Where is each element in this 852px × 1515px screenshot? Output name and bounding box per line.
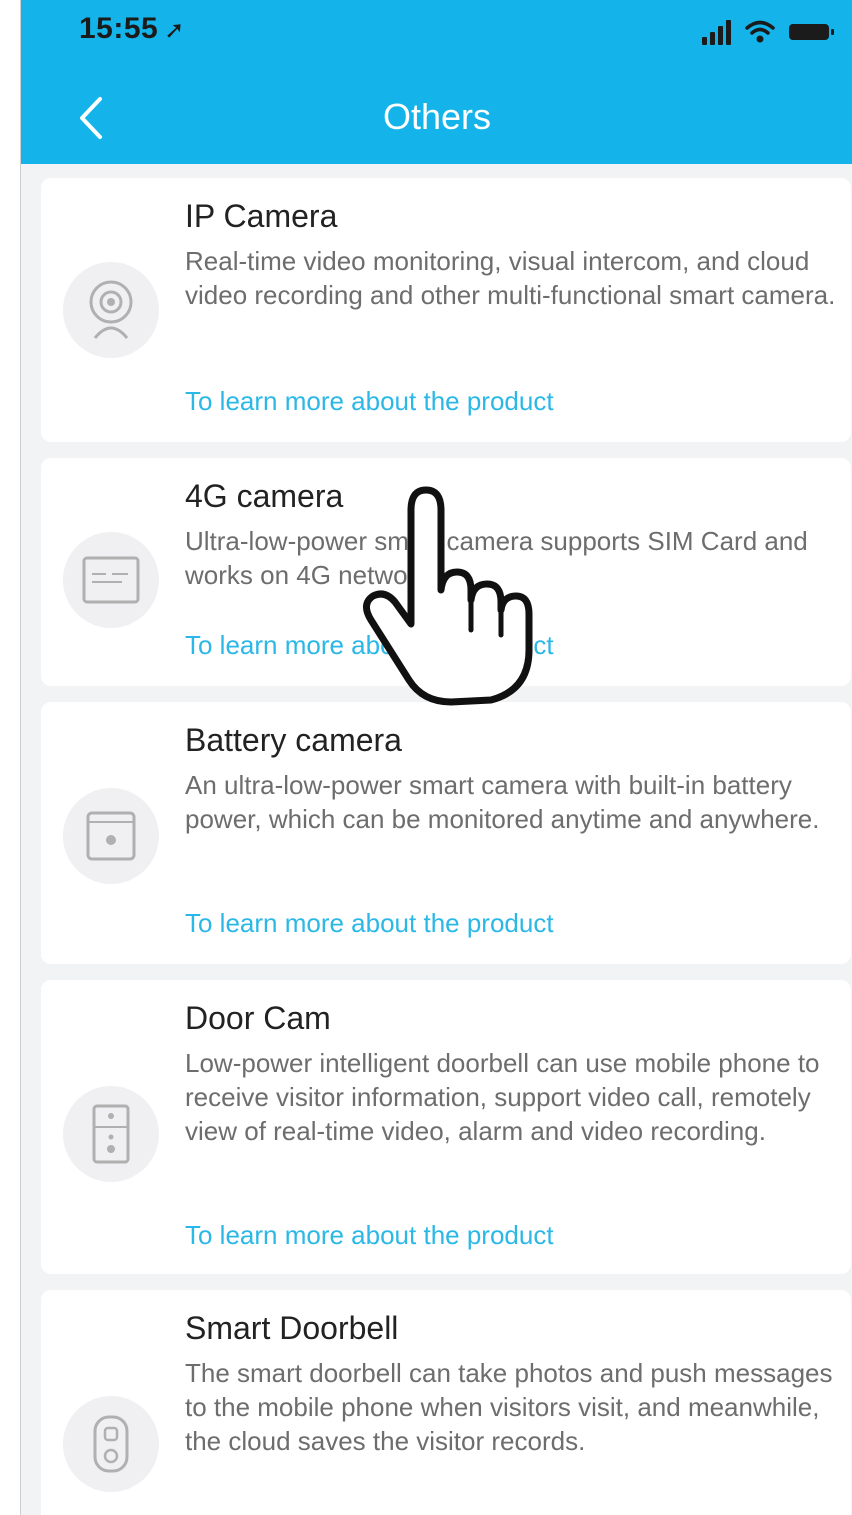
wifi-icon (745, 20, 775, 43)
status-icons (702, 16, 834, 48)
battery-camera-icon (63, 788, 159, 884)
product-description: Real-time video monitoring, visual inter… (185, 246, 836, 310)
learn-more-link[interactable]: To learn more about the product (185, 628, 554, 662)
4g-camera-icon (63, 532, 159, 628)
product-description: An ultra-low-power smart camera with bui… (185, 770, 820, 834)
product-card-door-cam[interactable]: Door Cam Low-power intelligent doorbell … (41, 980, 851, 1274)
battery-icon (789, 24, 834, 40)
ip-camera-icon (63, 262, 159, 358)
product-title: Smart Doorbell (185, 1310, 399, 1346)
product-card-battery-camera[interactable]: Battery camera An ultra-low-power smart … (41, 702, 851, 964)
learn-more-link[interactable]: To learn more about the product (185, 906, 554, 940)
cellular-signal-icon (702, 19, 731, 45)
product-card-ip-camera[interactable]: IP Camera Real-time video monitoring, vi… (41, 178, 851, 442)
door-cam-icon (63, 1086, 159, 1182)
product-title: 4G camera (185, 478, 344, 514)
product-list: IP Camera Real-time video monitoring, vi… (41, 178, 851, 1515)
product-title: Door Cam (185, 1000, 331, 1036)
product-description: The smart doorbell can take photos and p… (185, 1358, 833, 1456)
product-title: IP Camera (185, 198, 338, 234)
smart-doorbell-icon (63, 1396, 159, 1492)
phone-screen: 15:55 ➚ Others IP Camera Real-time video… (20, 0, 852, 1515)
learn-more-link[interactable]: To learn more about the product (185, 384, 554, 418)
product-card-smart-doorbell[interactable]: Smart Doorbell The smart doorbell can ta… (41, 1290, 851, 1515)
page-title: Others (382, 96, 492, 137)
status-time: 15:55 ➚ (79, 12, 185, 46)
app-header: 15:55 ➚ Others (21, 0, 852, 164)
product-description: Ultra-low-power smart camera supports SI… (185, 526, 808, 590)
status-time-text: 15:55 (79, 12, 159, 45)
learn-more-link[interactable]: To learn more about the product (185, 1218, 554, 1252)
product-title: Battery camera (185, 722, 402, 758)
product-card-4g-camera[interactable]: 4G camera Ultra-low-power smart camera s… (41, 458, 851, 686)
location-arrow-icon: ➚ (164, 17, 185, 44)
product-description: Low-power intelligent doorbell can use m… (185, 1048, 820, 1146)
